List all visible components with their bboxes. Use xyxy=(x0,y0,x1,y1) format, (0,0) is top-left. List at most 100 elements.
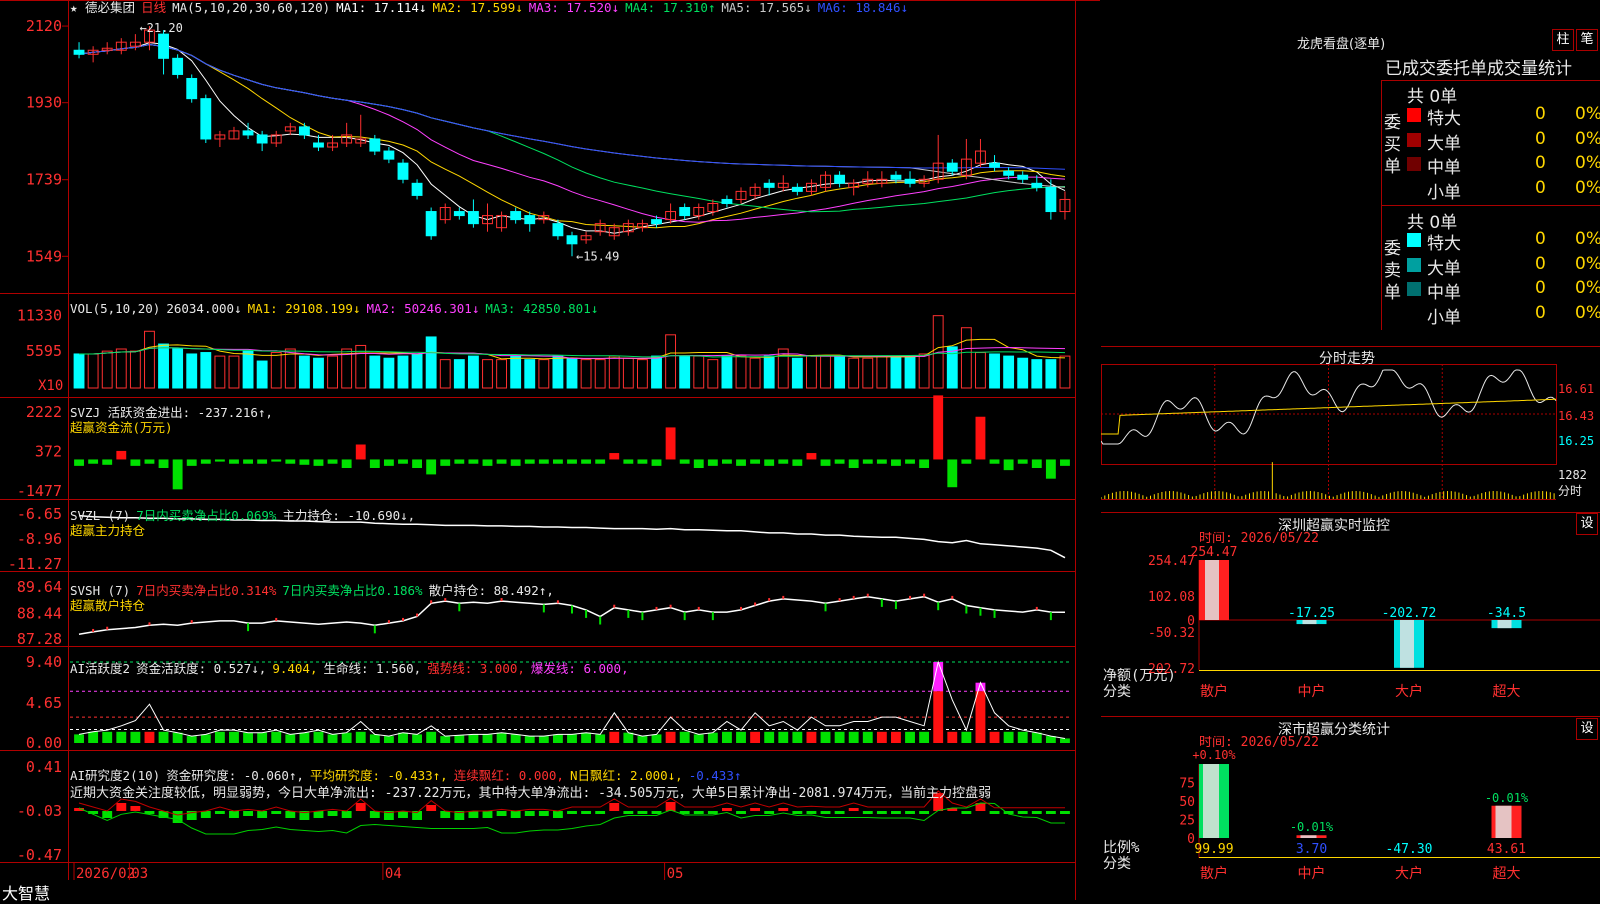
monitor-value-1: -17.25 xyxy=(1288,606,1335,621)
ai1-bar xyxy=(200,734,211,743)
volume-bar xyxy=(749,357,761,389)
ai2-avg: 平均研究度: -0.433↑, xyxy=(309,768,448,783)
svzj-bar xyxy=(905,459,915,464)
vol-params: VOL(5,10,20) xyxy=(70,301,161,316)
monitor-unit2: 分类 xyxy=(1103,684,1131,700)
candle-body xyxy=(397,162,409,180)
candle-body xyxy=(411,182,423,196)
vol-ma1: MA1: 29108.199↓ xyxy=(247,301,361,316)
svzj-bar xyxy=(609,453,620,460)
svzj-bar xyxy=(158,459,169,468)
ai1-bar xyxy=(820,731,831,743)
volume-bar xyxy=(186,353,198,389)
class-value-3: 43.61 xyxy=(1487,842,1526,857)
svsh-axis-label-0: 89.64 xyxy=(17,578,62,596)
volume-bar xyxy=(397,355,409,389)
svzj-axis-label-0: 2222 xyxy=(26,403,62,421)
logo-text[interactable]: 大智慧 xyxy=(2,880,50,904)
ai2-bar xyxy=(243,811,253,816)
svsh-hold: 散户持仓: 88.492↑, xyxy=(428,583,554,598)
ai2-bar xyxy=(778,808,789,811)
row-volume: 0 xyxy=(1535,229,1546,249)
row-volume: 0 xyxy=(1535,302,1546,323)
ai2-bar xyxy=(707,811,718,814)
svzj-bar xyxy=(88,459,99,464)
ai2-bar xyxy=(876,811,887,814)
ai1-activity: 资金活跃度: 0.527↓, xyxy=(136,661,267,676)
volume-bar xyxy=(552,355,564,389)
tick-mode-button[interactable]: 笔 xyxy=(1576,29,1598,51)
svzj-bar xyxy=(102,459,113,465)
svzj-bar xyxy=(581,459,592,464)
svzj-bar xyxy=(567,459,577,464)
class-value-0: 99.99 xyxy=(1194,842,1233,857)
vol-axis-label-0: 11330 xyxy=(17,307,62,325)
svsh-header: SVSH (7) 7日内买卖净占比0.314% 7日内买卖净占比0.186% 散户持仓… xyxy=(70,583,560,613)
intraday-top-line xyxy=(1101,346,1600,347)
svsh-axis-label-1: 88.44 xyxy=(17,604,62,622)
candle-body xyxy=(651,219,662,225)
ai1-bar xyxy=(806,731,817,743)
color-swatch xyxy=(1407,157,1421,171)
bar-mode-button[interactable]: 柱 xyxy=(1552,29,1574,51)
monitor-date: 时间: 2026/05/22 xyxy=(1199,532,1319,546)
monitor-unit1: 净额(万元) xyxy=(1103,668,1176,684)
ai1-bar xyxy=(383,736,394,743)
volume-bar xyxy=(538,359,550,389)
class-axis-label-1: 50 xyxy=(1179,795,1195,810)
volume-bar xyxy=(158,343,169,389)
class-value-1: 3.70 xyxy=(1296,842,1327,857)
candle-body xyxy=(1017,174,1029,180)
monitor-axis-label-1: 102.08 xyxy=(1148,590,1195,605)
intraday-axis-0: 16.61 xyxy=(1558,382,1594,396)
color-swatch xyxy=(1407,257,1421,272)
candle-body xyxy=(313,142,324,148)
ai2-bar xyxy=(524,811,535,816)
volume-bar xyxy=(622,357,634,389)
volume-bar xyxy=(425,336,437,389)
svzj-bar xyxy=(468,459,479,464)
order-row: 大单 0 0% xyxy=(1407,254,1600,279)
volume-bar xyxy=(791,357,803,389)
ma-value-3: MA3: 17.520↓ xyxy=(528,0,620,15)
color-swatch xyxy=(1407,282,1421,296)
lhb-title: 龙虎看盘(逐单) xyxy=(1297,37,1386,52)
ma-params: MA(5,10,20,30,60,120) xyxy=(172,0,331,15)
intraday-chart[interactable]: 16.61 16.43 16.25 1282 分时 xyxy=(1101,364,1600,514)
svzl-axis-label-2: -11.27 xyxy=(8,555,62,573)
svzj-bar xyxy=(1017,459,1028,464)
ai2-bar xyxy=(1031,811,1042,814)
color-swatch xyxy=(1407,233,1421,247)
monitor-category-1: 中户 xyxy=(1298,683,1326,700)
svzj-bar xyxy=(482,459,493,466)
ai1-bar xyxy=(1017,731,1028,743)
volume-bar xyxy=(270,352,282,389)
candle-body xyxy=(298,126,310,136)
svzl-name: SVZL (7) xyxy=(70,508,131,523)
svzj-bar xyxy=(623,459,634,464)
svzj-bar xyxy=(722,459,732,464)
ai1-bar xyxy=(778,731,789,743)
ai1-bar xyxy=(1031,732,1042,743)
ai2-bar xyxy=(820,811,831,814)
svsh-name: SVSH (7) xyxy=(70,583,131,598)
ai2-name: AI研究度2(10) xyxy=(70,768,161,783)
row-volume: 0 xyxy=(1535,153,1546,173)
volume-bar xyxy=(87,353,99,389)
ai2-bar xyxy=(722,808,732,811)
candle-body xyxy=(200,98,212,140)
order-row: 小单 0 0% xyxy=(1407,178,1600,203)
ai1-life: 生命线: 1.560, xyxy=(323,661,422,676)
monitor-chart: 时间: 2026/05/22254.47102.080-50.32-202.72… xyxy=(1103,532,1600,700)
ai2-bar xyxy=(792,811,803,814)
stock-title[interactable]: ★ 德必集团 xyxy=(70,0,135,15)
row-percent: 0% xyxy=(1575,153,1600,173)
monitor-value-3: -34.5 xyxy=(1487,606,1526,621)
main-chart-area[interactable]: 2120 1930 1739 1549 ←21.20 ←15.49 11330 5595 X10… xyxy=(0,0,1100,900)
period-label[interactable]: 日线 xyxy=(141,0,166,15)
ma-values: MA1: 17.114↓ MA2: 17.599↓ MA3: 17.520↓ MA4:… xyxy=(336,0,914,15)
row-name: 中单 xyxy=(1427,283,1461,303)
volume-bar xyxy=(313,357,324,389)
volume-bar xyxy=(439,359,451,389)
volume-bar xyxy=(763,355,775,389)
